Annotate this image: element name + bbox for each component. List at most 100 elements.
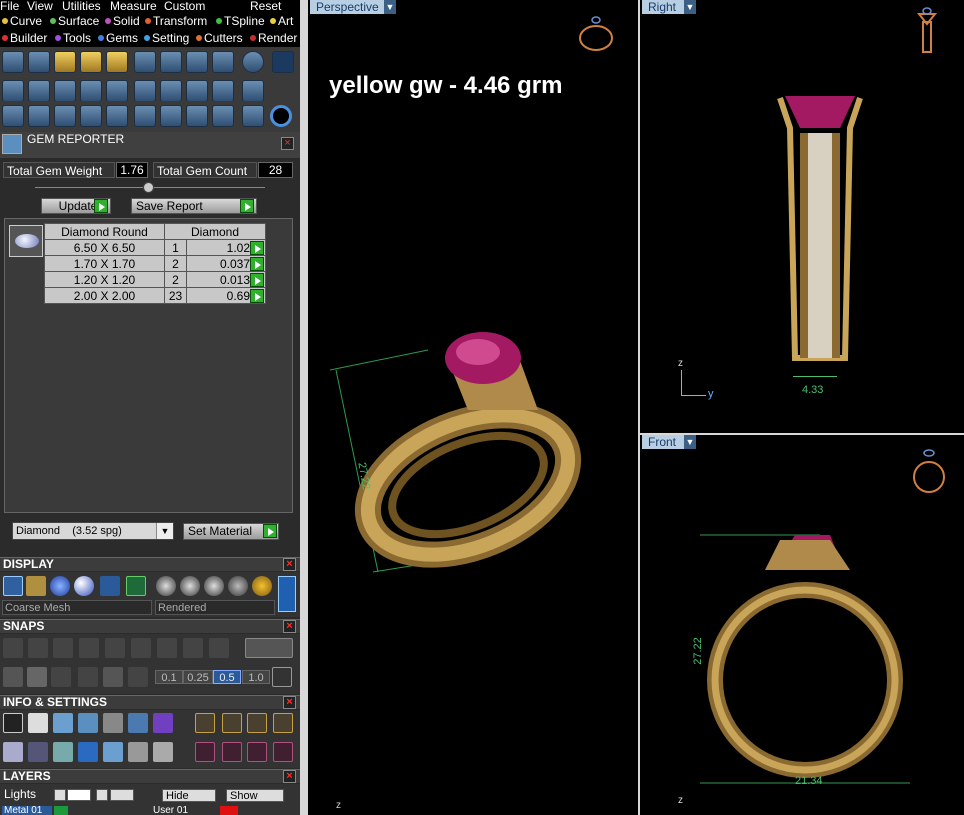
rendered-sphere-icon[interactable] [74,576,94,596]
table-row[interactable]: 2.00 X 2.00 23 0.69tw [44,287,266,304]
gem-tool-icon-16[interactable] [134,80,156,102]
lights-toggle-1[interactable] [96,789,108,801]
gem-tool-icon-11[interactable] [272,51,294,73]
perspective-tab[interactable]: Perspective ▼ [310,0,396,14]
shaded-sphere-icon[interactable] [50,576,70,596]
material-ball-icon-2[interactable] [180,576,200,596]
gem-tool-icon-17[interactable] [160,80,182,102]
table-row[interactable]: 6.50 X 6.50 1 1.02tw [44,239,266,256]
user-color[interactable] [220,806,238,815]
snap-icon-4[interactable] [79,638,99,658]
menu-custom[interactable]: Custom [164,0,205,13]
snap-diamond-icon[interactable] [103,667,123,687]
display-toggle[interactable] [278,576,296,612]
diamond-icon[interactable] [28,80,50,102]
snap-icon-10[interactable] [245,638,293,658]
render-select[interactable]: Rendered [155,600,275,615]
gem-tool-icon-22[interactable] [54,105,76,127]
hide-button[interactable]: Hide [162,789,216,802]
layout-icon[interactable] [126,576,146,596]
set-material-go-icon[interactable] [263,524,277,538]
info-icon-13[interactable] [28,742,48,762]
gem-tool-icon-18[interactable] [186,80,208,102]
info-icon-11[interactable] [273,713,293,733]
plugin-art[interactable]: Art [270,13,293,30]
perspective-menu-icon[interactable]: ▼ [384,0,396,14]
plugin-tspline[interactable]: TSpline [216,13,265,30]
lights-color[interactable] [67,789,91,801]
save-report-button[interactable]: Save Report [131,198,257,214]
front-viewport[interactable]: Front ▼ 27.22 21.34 z [640,435,964,815]
plugin-render[interactable]: Render [250,30,297,47]
lights-toggle-2[interactable] [110,789,134,801]
plugin-solid[interactable]: Solid [105,13,140,30]
layer-user[interactable]: User 01 [153,806,201,815]
lights-arrow[interactable] [54,789,66,801]
plugin-gems[interactable]: Gems [98,30,138,47]
menu-measure[interactable]: Measure [110,0,157,13]
menu-utilities[interactable]: Utilities [62,0,101,13]
ring-side-icon[interactable] [915,6,939,58]
layers-close-icon[interactable]: × [283,770,296,783]
snap-icon-5[interactable] [105,638,125,658]
update-go-icon[interactable] [94,199,108,213]
info-icon-18[interactable] [153,742,173,762]
front-menu-icon[interactable]: ▼ [684,435,696,449]
snap-icon-1[interactable] [3,638,23,658]
gem-tool-icon-10[interactable] [242,51,264,73]
slider-handle[interactable] [143,182,154,193]
snap-line-icon[interactable] [51,667,71,687]
info-icon-10[interactable] [247,713,267,733]
snap-value-4[interactable]: 1.0 [242,670,270,684]
gem-tool-icon-8[interactable] [186,51,208,73]
gem-tool-icon-4[interactable] [80,51,102,73]
snap-value-2[interactable]: 0.25 [183,670,213,684]
layer-metal[interactable]: Metal 01 [2,806,52,815]
info-icon-4[interactable] [78,713,98,733]
info-icon-6[interactable] [128,713,148,733]
menu-reset[interactable]: Reset [250,0,281,13]
gem-reporter-close-icon[interactable]: × [281,137,294,150]
snap-icon-2[interactable] [28,638,48,658]
info-icon-3[interactable] [53,713,73,733]
row-go-icon-2[interactable] [250,257,264,271]
snap-pen-icon[interactable] [128,667,148,687]
snap-icon-8[interactable] [183,638,203,658]
plugin-transform[interactable]: Transform [145,13,207,30]
grid-view-icon[interactable] [3,576,23,596]
gem-tool-icon-13[interactable] [54,80,76,102]
gem-tool-icon-19[interactable] [212,80,234,102]
gem-tool-icon-7[interactable] [160,51,182,73]
info-icon-20[interactable] [222,742,242,762]
front-tab[interactable]: Front ▼ [642,435,696,449]
gem-tool-icon-9[interactable] [212,51,234,73]
search-icon[interactable] [28,713,48,733]
snaps-close-icon[interactable]: × [283,620,296,633]
plugin-curve[interactable]: Curve [2,13,42,30]
ring-cube-icon[interactable] [576,12,618,54]
snap-value-3[interactable]: 0.5 [213,670,241,684]
material-ball-icon-4[interactable] [228,576,248,596]
snap-box-icon[interactable] [27,667,47,687]
gem-tool-icon-14[interactable] [80,80,102,102]
plugin-setting[interactable]: Setting [144,30,189,47]
snap-dotted-icon[interactable] [78,667,98,687]
info-icon-14[interactable] [53,742,73,762]
info-icon-9[interactable] [222,713,242,733]
menu-file[interactable]: File [0,0,19,13]
snap-crosshair-icon[interactable] [272,667,292,687]
info-icon-7[interactable] [153,713,173,733]
metal-color[interactable] [54,806,68,815]
show-button[interactable]: Show [226,789,284,802]
info-icon-5[interactable] [103,713,123,733]
row-go-icon-4[interactable] [250,289,264,303]
scissors-icon[interactable] [242,105,264,127]
row-go-icon-1[interactable] [250,241,264,255]
info-icon-19[interactable] [195,742,215,762]
info-close-icon[interactable]: × [283,696,296,709]
snap-icon-3[interactable] [53,638,73,658]
gem-tool-icon-25[interactable] [160,105,182,127]
table-row[interactable]: 1.70 X 1.70 2 0.037tw [44,255,266,272]
plugin-cutters[interactable]: Cutters [196,30,243,47]
gem-tool-icon-24[interactable] [134,105,156,127]
